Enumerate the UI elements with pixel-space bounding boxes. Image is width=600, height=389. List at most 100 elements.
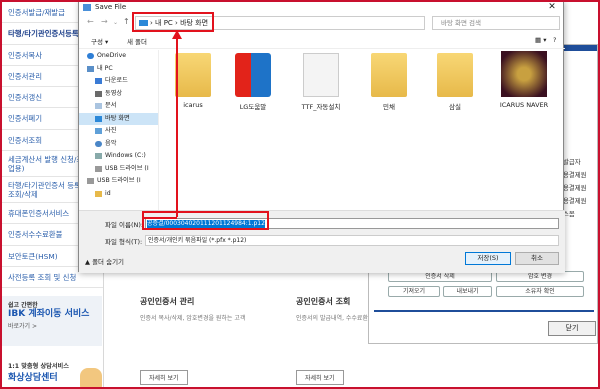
navigation-pane: OneDrive 내 PC 다운로드 동영상 문서 바탕 화면 사진 음악 Wi… bbox=[79, 50, 159, 210]
close-icon[interactable]: ✕ bbox=[541, 1, 563, 13]
organize-button[interactable]: 구성 ▾ bbox=[91, 36, 108, 46]
back-arrow-icon[interactable]: ← bbox=[87, 17, 94, 26]
filename-label: 파일 이름(N): bbox=[105, 221, 144, 229]
nav-this-pc[interactable]: 내 PC bbox=[79, 63, 158, 76]
export-button[interactable]: 내보내기 bbox=[443, 286, 492, 297]
cloud-icon bbox=[87, 53, 94, 59]
file-item[interactable]: LG도움말 bbox=[223, 53, 283, 111]
nav-label: 문서 bbox=[105, 102, 117, 109]
download-icon bbox=[95, 78, 102, 84]
file-item[interactable]: icarus bbox=[163, 53, 223, 109]
promo-title: IBK 계좌이동 서비스 bbox=[8, 309, 90, 319]
nav-desktop[interactable]: 바탕 화면 bbox=[79, 112, 158, 125]
view-options-icon[interactable]: ▦ ▾ bbox=[535, 36, 546, 44]
nav-label: 동영상 bbox=[105, 89, 123, 97]
import-button[interactable]: 기져오기 bbox=[388, 286, 440, 297]
nav-label: Windows (C:) bbox=[105, 152, 146, 159]
nav-label: USB 드라이브 (I bbox=[97, 177, 141, 184]
file-item[interactable]: TTF_자동설치 bbox=[291, 53, 351, 111]
save-file-dialog: Save File ✕ ← → ⌄ ↑ › 내 PC › 바탕 화면 바탕 화면… bbox=[78, 0, 565, 273]
drive-icon bbox=[95, 153, 102, 159]
nav-usb-1[interactable]: USB 드라이브 (I bbox=[79, 163, 158, 176]
file-item[interactable]: 민채 bbox=[359, 53, 419, 111]
promo-link[interactable]: 바로가기 > bbox=[8, 321, 96, 330]
nav-label: USB 드라이브 (I bbox=[105, 164, 149, 172]
file-label: LG도움말 bbox=[239, 103, 267, 111]
divider bbox=[374, 310, 594, 312]
file-item[interactable]: 삼실 bbox=[425, 53, 485, 111]
card-title: 공인인증서 관리 bbox=[140, 297, 195, 306]
help-icon[interactable]: ? bbox=[553, 36, 556, 44]
file-label: 민채 bbox=[383, 103, 395, 111]
dialog-title: Save File bbox=[95, 3, 127, 11]
nav-pictures[interactable]: 사진 bbox=[79, 125, 158, 138]
toolbar: 구성 ▾ 새 폴더 ▦ ▾ ? bbox=[79, 33, 565, 49]
document-icon bbox=[95, 103, 102, 109]
nav-label: 음악 bbox=[105, 139, 117, 147]
file-label: ICARUS NAVER bbox=[499, 101, 549, 109]
nav-downloads[interactable]: 다운로드 bbox=[79, 75, 158, 88]
nav-usb-2[interactable]: USB 드라이브 (I bbox=[79, 175, 158, 188]
nav-id-folder[interactable]: id bbox=[79, 188, 158, 201]
issuer-value: 용결제원 bbox=[563, 171, 587, 179]
folder-icon bbox=[175, 53, 211, 97]
nav-videos[interactable]: 동영상 bbox=[79, 88, 158, 101]
folder-icon bbox=[437, 53, 473, 97]
nav-label: id bbox=[105, 189, 111, 197]
app-icon bbox=[83, 4, 91, 11]
owner-check-button[interactable]: 소유자 확인 bbox=[496, 286, 584, 297]
annotation-arrow-connector bbox=[143, 217, 177, 219]
usb-icon bbox=[87, 178, 94, 184]
chevron-down-icon[interactable]: ⌄ bbox=[113, 19, 118, 26]
address-highlight-box bbox=[132, 12, 214, 32]
nav-windows-c[interactable]: Windows (C:) bbox=[79, 150, 158, 163]
folder-icon bbox=[95, 190, 102, 197]
promo-account-transfer[interactable]: 쉽고 간편한 IBK 계좌이동 서비스 바로가기 > bbox=[2, 296, 102, 346]
hide-folders-button[interactable]: ▲ 폴더 숨기기 bbox=[85, 256, 124, 266]
video-icon bbox=[95, 90, 102, 97]
card-detail-button[interactable]: 자세히 보기 bbox=[140, 370, 188, 385]
annotation-arrow-line bbox=[176, 32, 178, 217]
file-label: icarus bbox=[183, 101, 203, 109]
nav-documents[interactable]: 문서 bbox=[79, 100, 158, 113]
nav-label: 다운로드 bbox=[105, 77, 128, 84]
card-detail-button[interactable]: 자세히 보기 bbox=[296, 370, 344, 385]
music-icon bbox=[95, 140, 102, 147]
up-arrow-icon[interactable]: ↑ bbox=[123, 17, 130, 26]
close-button[interactable]: 닫기 bbox=[548, 321, 596, 336]
filetype-select[interactable]: 인증서/개인키 묶음파일 (*.pfx *.p12) bbox=[145, 235, 559, 246]
save-button[interactable]: 저장(S) bbox=[465, 252, 511, 265]
card-desc: 인증서 복사/삭제, 암호변경을 원하는 고객 bbox=[140, 315, 246, 322]
forward-arrow-icon[interactable]: → bbox=[101, 17, 108, 26]
consultant-image bbox=[80, 368, 102, 388]
usb-icon bbox=[95, 165, 102, 172]
nav-label: 사진 bbox=[105, 127, 117, 134]
game-icon bbox=[501, 51, 547, 97]
nav-music[interactable]: 음악 bbox=[79, 138, 158, 151]
issuer-value: 용결제원 bbox=[563, 184, 587, 192]
issuer-header: 발급자 bbox=[563, 158, 581, 166]
search-input[interactable]: 바탕 화면 검색 bbox=[432, 16, 560, 30]
issuer-value: 용결제원 bbox=[563, 197, 587, 205]
pc-icon bbox=[87, 65, 94, 72]
desktop-icon bbox=[95, 115, 102, 122]
file-label: 삼실 bbox=[449, 103, 461, 111]
card-manage: 공인인증서 관리 인증서 복사/삭제, 암호변경을 원하는 고객 자세히 보기 bbox=[140, 296, 290, 385]
annotation-arrowhead-icon bbox=[172, 30, 182, 39]
file-label: TTF_자동설치 bbox=[301, 103, 341, 111]
folder-icon bbox=[371, 53, 407, 97]
app-icon bbox=[235, 53, 271, 97]
nav-label: OneDrive bbox=[97, 52, 127, 59]
document-icon bbox=[303, 53, 339, 97]
nav-label: 바탕 화면 bbox=[105, 114, 130, 122]
file-item[interactable]: ICARUS NAVER bbox=[491, 51, 557, 109]
promo-small-text: 쉽고 간편한 bbox=[8, 302, 38, 309]
filetype-label: 파일 형식(T): bbox=[105, 238, 143, 246]
filename-highlight-box bbox=[142, 211, 269, 230]
picture-icon bbox=[95, 128, 102, 134]
file-list: icarus LG도움말 TTF_자동설치 민채 삼실 ICARUS NAVER bbox=[163, 51, 563, 209]
new-folder-button[interactable]: 새 폴더 bbox=[127, 36, 147, 46]
cancel-button[interactable]: 취소 bbox=[515, 252, 559, 265]
nav-onedrive[interactable]: OneDrive bbox=[79, 50, 158, 63]
nav-label: 내 PC bbox=[97, 64, 113, 72]
